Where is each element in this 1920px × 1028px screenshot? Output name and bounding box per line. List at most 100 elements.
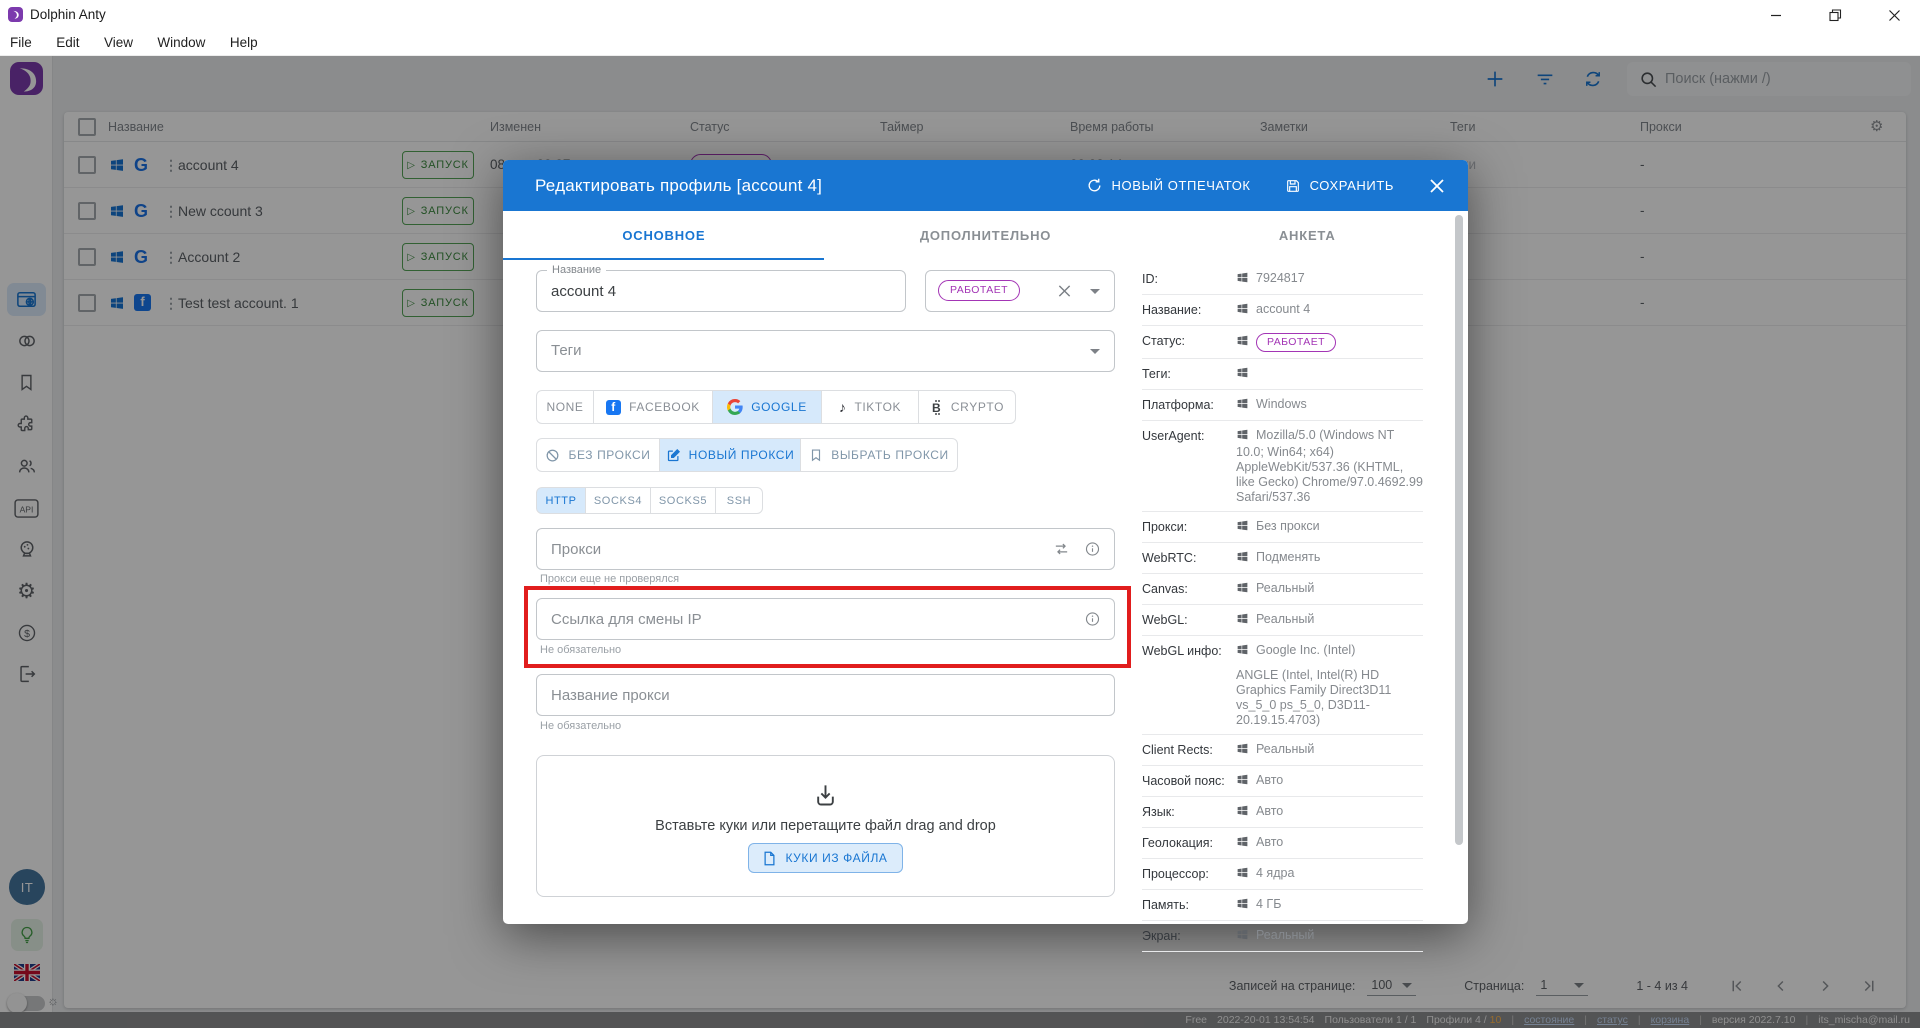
profile-info-row: Статус: РАБОТАЕТ bbox=[1142, 326, 1423, 359]
proxy-name-helper-text: Не обязательно bbox=[540, 720, 621, 732]
new-fingerprint-button[interactable]: НОВЫЙ ОТПЕЧАТОК bbox=[1086, 177, 1251, 194]
info-icon[interactable] bbox=[1084, 611, 1101, 628]
status-chip: РАБОТАЕТ bbox=[938, 280, 1020, 301]
tags-select[interactable]: Теги bbox=[536, 330, 1115, 372]
windows-icon bbox=[1236, 397, 1249, 414]
info-label: Часовой пояс: bbox=[1142, 773, 1236, 790]
swap-icon[interactable] bbox=[1053, 541, 1070, 558]
info-value: Без прокси bbox=[1236, 519, 1423, 536]
menu-edit[interactable]: Edit bbox=[46, 30, 89, 55]
info-label: Canvas: bbox=[1142, 581, 1236, 598]
close-window-button[interactable] bbox=[1871, 0, 1917, 30]
no-proxy-button[interactable]: БЕЗ ПРОКСИ bbox=[536, 438, 660, 472]
windows-icon bbox=[1236, 302, 1249, 319]
profile-info-row: Процессор: 4 ядра bbox=[1142, 859, 1423, 890]
menu-help[interactable]: Help bbox=[220, 30, 268, 55]
proxy-helper-text: Прокси еще не проверялся bbox=[540, 573, 679, 585]
modal-tabs: ОСНОВНОЕ ДОПОЛНИТЕЛЬНО АНКЕТА bbox=[503, 211, 1468, 260]
menu-window[interactable]: Window bbox=[147, 30, 215, 55]
info-value: Реальный bbox=[1236, 742, 1423, 759]
profile-info-panel: ID: 7924817 Название: account 4 Статус: … bbox=[1142, 264, 1423, 952]
profile-info-row: Client Rects: Реальный bbox=[1142, 735, 1423, 766]
platform-google-button[interactable]: GOOGLE bbox=[712, 390, 822, 424]
file-icon bbox=[763, 851, 776, 866]
platform-facebook-button[interactable]: f FACEBOOK bbox=[593, 390, 713, 424]
tags-placeholder: Теги bbox=[551, 331, 582, 371]
info-label: Название: bbox=[1142, 302, 1236, 319]
ip-change-helper-text: Не обязательно bbox=[540, 644, 621, 656]
info-label: WebRTC: bbox=[1142, 550, 1236, 567]
profile-name-field: Название bbox=[536, 270, 906, 312]
tab-main[interactable]: ОСНОВНОЕ bbox=[503, 211, 825, 260]
info-value: Авто bbox=[1236, 804, 1423, 821]
platform-tiktok-button[interactable]: ♪ TIKTOK bbox=[821, 390, 919, 424]
platform-crypto-button[interactable]: B CRYPTO bbox=[918, 390, 1016, 424]
profile-info-row: Память: 4 ГБ bbox=[1142, 890, 1423, 921]
proxy-input[interactable] bbox=[551, 529, 1054, 569]
info-value: Авто bbox=[1236, 835, 1423, 852]
info-value: 4 ядра bbox=[1236, 866, 1423, 883]
info-label: WebGL инфо: bbox=[1142, 643, 1236, 728]
menu-view[interactable]: View bbox=[94, 30, 143, 55]
tab-questionnaire[interactable]: АНКЕТА bbox=[1146, 211, 1468, 260]
tab-additional[interactable]: ДОПОЛНИТЕЛЬНО bbox=[825, 211, 1147, 260]
info-value: Google Inc. (Intel) ANGLE (Intel, Intel(… bbox=[1236, 643, 1423, 728]
cookies-dropzone[interactable]: Вставьте куки или перетащите файл drag a… bbox=[536, 755, 1115, 897]
menu-bar: File Edit View Window Help bbox=[0, 30, 1920, 56]
modal-header: Редактировать профиль [account 4] НОВЫЙ … bbox=[503, 160, 1468, 211]
info-value: Реальный bbox=[1236, 612, 1423, 629]
minimize-button[interactable] bbox=[1753, 0, 1799, 30]
save-button[interactable]: СОХРАНИТЬ bbox=[1285, 178, 1394, 194]
windows-icon bbox=[1236, 928, 1249, 945]
info-label: Экран: bbox=[1142, 928, 1236, 945]
info-value: 4 ГБ bbox=[1236, 897, 1423, 914]
windows-icon bbox=[1236, 804, 1249, 821]
info-label: Процессор: bbox=[1142, 866, 1236, 883]
protocol-socks4-button[interactable]: SOCKS4 bbox=[585, 487, 651, 514]
windows-icon bbox=[1236, 366, 1249, 383]
save-icon bbox=[1285, 178, 1301, 194]
profile-info-row: Экран: Реальный bbox=[1142, 921, 1423, 952]
profile-info-row: WebRTC: Подменять bbox=[1142, 543, 1423, 574]
windows-icon bbox=[1236, 643, 1249, 660]
proxy-name-input[interactable] bbox=[551, 675, 1054, 715]
info-icon[interactable] bbox=[1084, 541, 1101, 558]
ip-change-link-field bbox=[536, 598, 1115, 640]
info-label: ID: bbox=[1142, 271, 1236, 288]
ip-change-link-input[interactable] bbox=[551, 599, 1054, 639]
modal-scrollbar[interactable] bbox=[1455, 215, 1463, 845]
protocol-toggle-group: HTTP SOCKS4 SOCKS5 SSH bbox=[536, 487, 763, 514]
edit-icon bbox=[666, 448, 681, 463]
close-modal-button[interactable] bbox=[1428, 177, 1446, 195]
menu-file[interactable]: File bbox=[0, 30, 42, 55]
protocol-socks5-button[interactable]: SOCKS5 bbox=[650, 487, 716, 514]
svg-text:B: B bbox=[932, 401, 941, 415]
protocol-ssh-button[interactable]: SSH bbox=[715, 487, 763, 514]
info-value: Реальный bbox=[1236, 928, 1423, 945]
platform-none-button[interactable]: NONE bbox=[536, 390, 594, 424]
cookies-from-file-button[interactable]: КУКИ ИЗ ФАЙЛА bbox=[748, 843, 902, 873]
maximize-button[interactable] bbox=[1812, 0, 1858, 30]
windows-icon bbox=[1236, 773, 1249, 790]
windows-icon bbox=[1236, 428, 1249, 445]
profile-name-input[interactable] bbox=[551, 271, 845, 311]
profile-info-row: WebGL инфо: Google Inc. (Intel) ANGLE (I… bbox=[1142, 636, 1423, 735]
status-select[interactable]: РАБОТАЕТ bbox=[925, 270, 1115, 312]
info-label: Теги: bbox=[1142, 366, 1236, 383]
profile-info-row: Canvas: Реальный bbox=[1142, 574, 1423, 605]
info-label: Прокси: bbox=[1142, 519, 1236, 536]
windows-icon bbox=[1236, 866, 1249, 883]
protocol-http-button[interactable]: HTTP bbox=[536, 487, 586, 514]
title-bar: Dolphin Anty bbox=[0, 0, 1920, 30]
dropzone-text: Вставьте куки или перетащите файл drag a… bbox=[655, 818, 996, 834]
info-value: account 4 bbox=[1236, 302, 1423, 319]
dolphin-anty-window: Dolphin Anty File Edit View Window Help bbox=[0, 0, 1920, 1028]
info-value: Авто bbox=[1236, 773, 1423, 790]
profile-info-row: Название: account 4 bbox=[1142, 295, 1423, 326]
new-proxy-button[interactable]: НОВЫЙ ПРОКСИ bbox=[659, 438, 801, 472]
info-label: Геолокация: bbox=[1142, 835, 1236, 852]
select-proxy-button[interactable]: ВЫБРАТЬ ПРОКСИ bbox=[800, 438, 958, 472]
info-label: Память: bbox=[1142, 897, 1236, 914]
clear-status-icon[interactable] bbox=[1057, 284, 1072, 299]
google-icon bbox=[727, 399, 743, 415]
